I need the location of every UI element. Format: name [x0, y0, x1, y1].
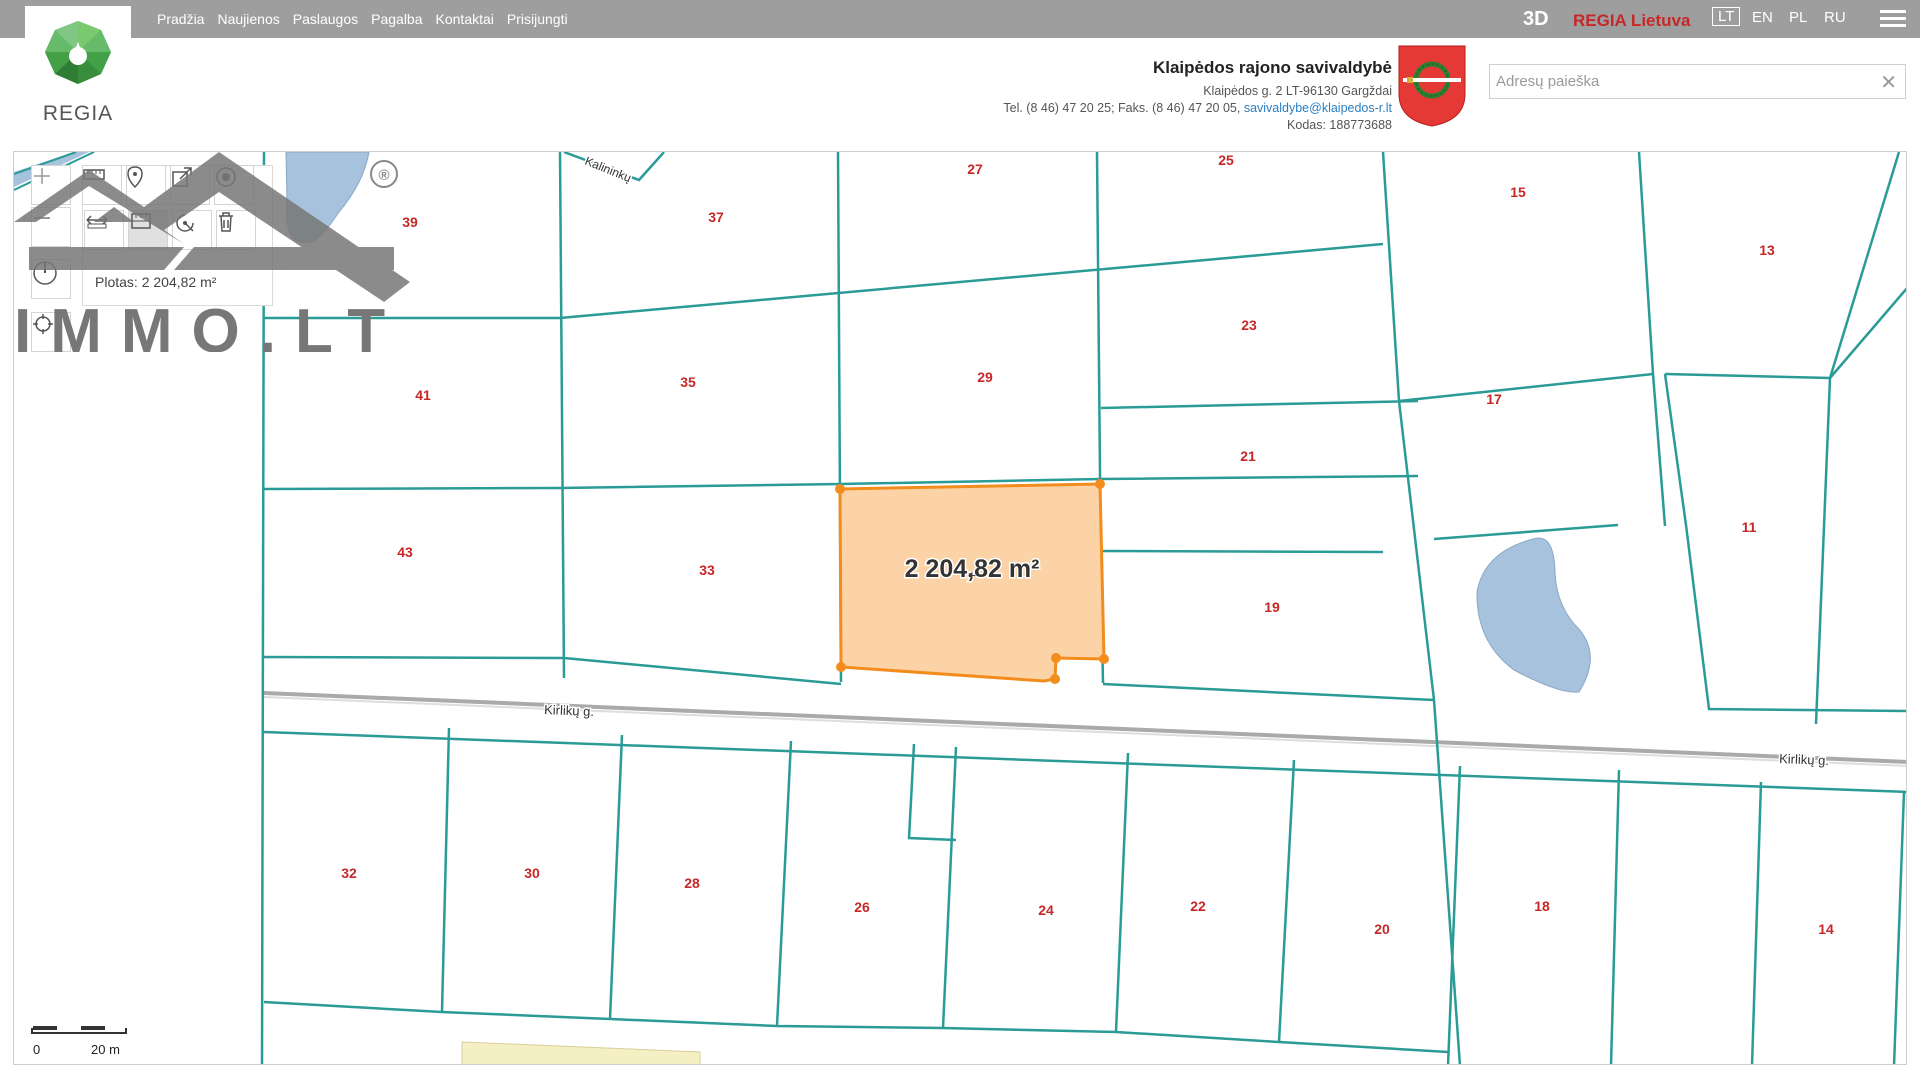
parcel-number: 14	[1818, 921, 1834, 937]
street-label: Kirlikų g.	[544, 702, 594, 719]
coat-of-arms-icon	[1398, 45, 1466, 127]
parcel-number: 18	[1534, 898, 1550, 914]
road	[263, 696, 1906, 767]
lang-pl[interactable]: PL	[1789, 9, 1807, 26]
parcel-number: 28	[684, 875, 700, 891]
regia-lietuva-link[interactable]: REGIA Lietuva	[1573, 11, 1690, 31]
municipality-email[interactable]: savivaldybe@klaipedos-r.lt	[1244, 101, 1392, 115]
municipality-info: Klaipėdos rajono savivaldybė Klaipėdos g…	[1003, 58, 1392, 132]
street-label: Kalininkų	[583, 154, 634, 185]
parcel-number: 22	[1190, 898, 1206, 914]
parcel-number: 29	[977, 369, 993, 385]
municipality-contacts: Tel. (8 46) 47 20 25; Faks. (8 46) 47 20…	[1003, 101, 1392, 115]
scale-end-label: 20 m	[91, 1042, 120, 1057]
lang-ru[interactable]: RU	[1824, 9, 1846, 26]
nav-item-prisijungti[interactable]: Prisijungti	[507, 11, 568, 27]
parcel-number: 37	[708, 209, 724, 225]
municipality-name: Klaipėdos rajono savivaldybė	[1152, 58, 1392, 77]
regia-logo-text: REGIA	[42, 102, 114, 125]
street-label: Kirlikų g.	[1779, 751, 1829, 768]
parcel-number: 27	[967, 161, 983, 177]
map-viewport[interactable]: 2 204,82 m² + Kirlikų g. Kirlikų g. Kali…	[13, 151, 1907, 1065]
clear-icon[interactable]: ✕	[1880, 70, 1897, 95]
parcel-number: 25	[1218, 152, 1234, 168]
watermark-text: IMMO.LT	[14, 297, 404, 352]
nav-item-paslaugos[interactable]: Paslaugos	[293, 11, 358, 27]
municipality-address: Klaipėdos g. 2 LT-96130 Gargždai	[1203, 84, 1392, 98]
parcel-number: 41	[415, 387, 431, 403]
parcel-number: 24	[1038, 902, 1054, 918]
parcel-number: 11	[1742, 519, 1757, 535]
parcel-number: 33	[699, 562, 715, 578]
address-search[interactable]: ✕	[1489, 64, 1906, 99]
parcel-number: 30	[524, 865, 540, 881]
parcel-number: 19	[1264, 599, 1280, 615]
nav-item-kontaktai[interactable]: Kontaktai	[436, 11, 494, 27]
municipality-code: Kodas: 188773688	[1287, 118, 1392, 132]
search-input[interactable]	[1490, 65, 1860, 98]
parcel-fill	[461, 1041, 701, 1064]
lang-en[interactable]: EN	[1752, 9, 1773, 26]
regia-logo[interactable]: REGIA	[25, 6, 131, 126]
parcel-number: 26	[854, 899, 870, 915]
municipality-phones: Tel. (8 46) 47 20 25; Faks. (8 46) 47 20…	[1003, 101, 1241, 115]
nav-item-naujienos[interactable]: Naujienos	[217, 11, 279, 27]
lang-lt[interactable]: LT	[1712, 7, 1741, 26]
parcel-number: 35	[680, 374, 696, 390]
nav-item-pagalba[interactable]: Pagalba	[371, 11, 422, 27]
parcel-number: 20	[1374, 921, 1390, 937]
crosshair-icon: +	[968, 567, 976, 583]
immo-watermark: ® IMMO.LT	[14, 152, 410, 352]
registered-mark: ®	[378, 167, 389, 184]
road	[263, 691, 1906, 764]
pond	[1476, 537, 1591, 693]
scale-start-label: 0	[33, 1042, 41, 1057]
parcel-number: 43	[397, 544, 413, 560]
main-nav: Pradžia Naujienos Paslaugos Pagalba Kont…	[157, 0, 568, 38]
parcel-number: 17	[1486, 391, 1502, 407]
regia-logo-icon	[45, 21, 111, 84]
menu-icon[interactable]	[1880, 10, 1906, 28]
parcel-number: 21	[1240, 448, 1256, 464]
nav-item-pradzia[interactable]: Pradžia	[157, 11, 204, 27]
3d-button[interactable]: 3D	[1523, 8, 1549, 31]
parcel-number: 13	[1759, 242, 1775, 258]
parcel-number: 32	[341, 865, 357, 881]
scale-bar: 0 20 m	[31, 1026, 127, 1057]
parcel-number: 23	[1241, 317, 1257, 333]
parcel-number: 15	[1510, 184, 1526, 200]
